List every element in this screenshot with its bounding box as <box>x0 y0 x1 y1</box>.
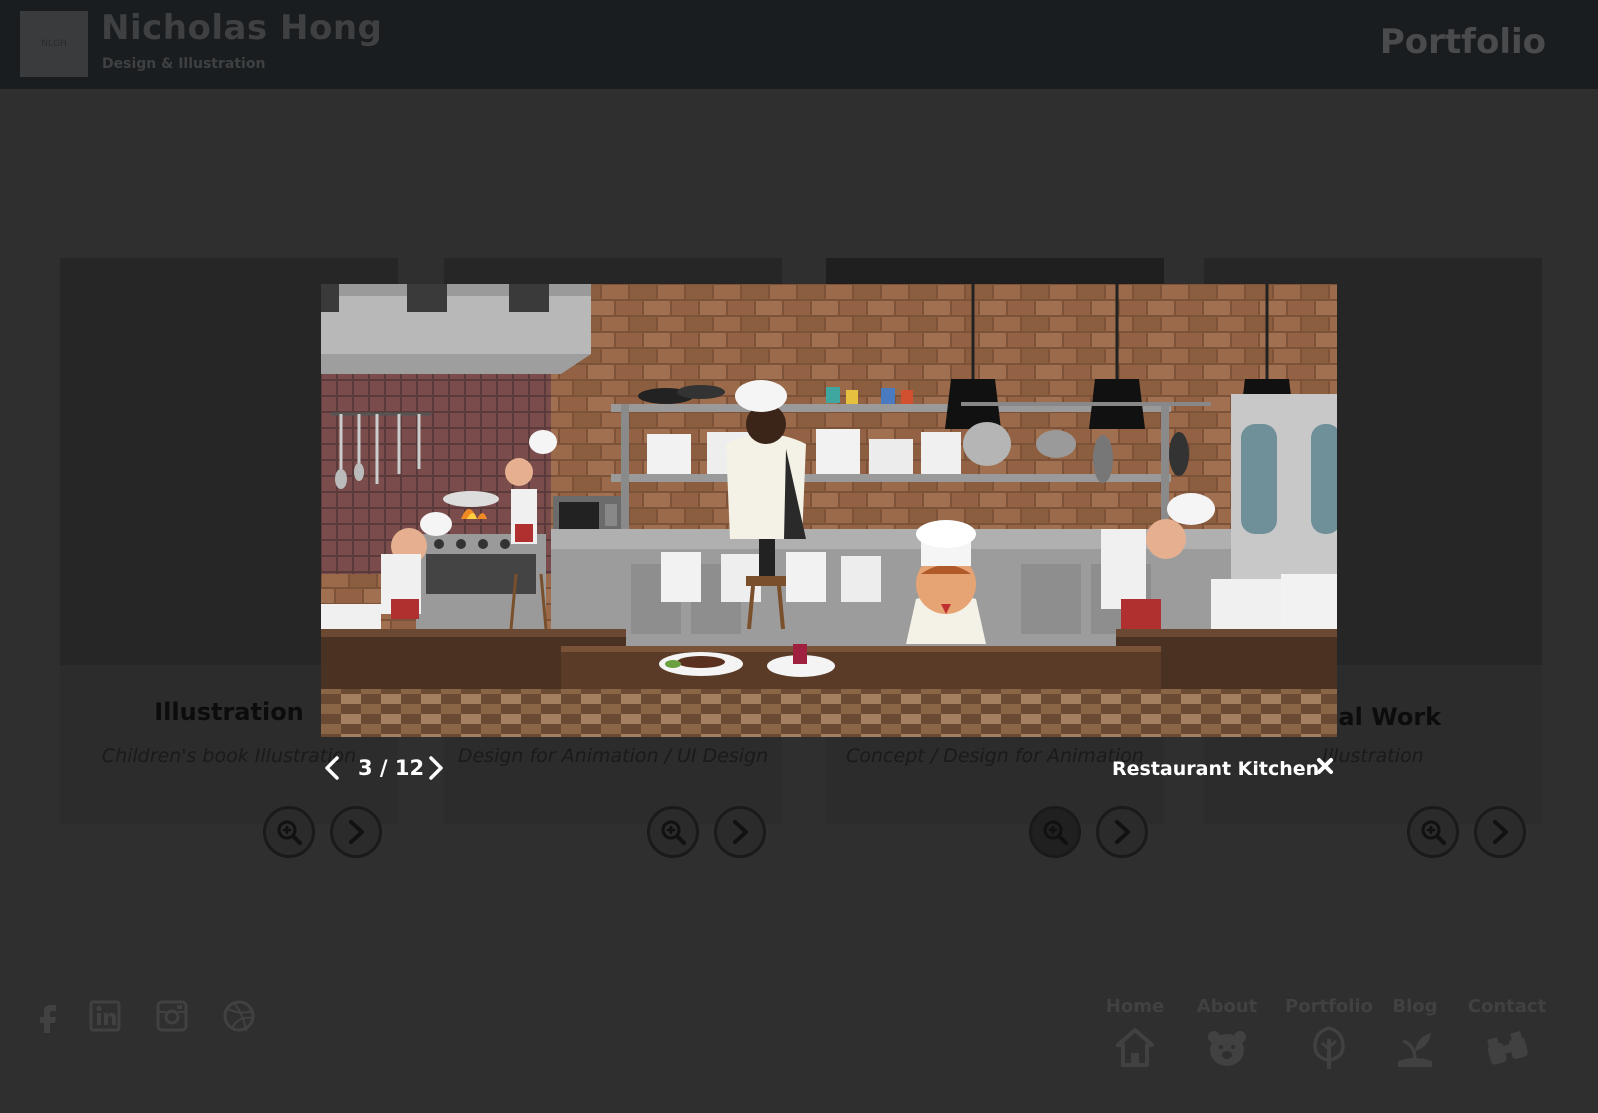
facebook-icon <box>40 1005 56 1033</box>
instagram-link[interactable] <box>154 998 190 1034</box>
facebook-link[interactable] <box>30 998 66 1034</box>
footer-nav-portfolio[interactable]: Portfolio <box>1284 996 1374 1071</box>
zoom-in-icon <box>661 820 686 845</box>
site-header: NLGH Nicholas Hong Design & Illustration… <box>0 0 1598 89</box>
zoom-button[interactable] <box>1407 806 1459 858</box>
zoom-in-icon <box>1043 820 1068 845</box>
site-name[interactable]: Nicholas Hong <box>101 8 382 48</box>
open-button[interactable] <box>1474 806 1526 858</box>
zoom-button[interactable] <box>263 806 315 858</box>
close-icon <box>1317 758 1333 774</box>
chevron-right-icon <box>733 820 748 844</box>
lightbox-caption: Restaurant Kitchen <box>1112 758 1320 780</box>
chevron-left-icon <box>325 756 339 780</box>
binoculars-icon <box>1487 1031 1528 1065</box>
lightbox-image[interactable] <box>321 284 1337 737</box>
chevron-right-icon <box>1493 820 1508 844</box>
site-tagline: Design & Illustration <box>102 56 266 72</box>
chevron-right-icon <box>429 756 443 780</box>
lightbox-next-button[interactable] <box>424 754 448 782</box>
dribbble-icon <box>223 1000 255 1032</box>
chevron-right-icon <box>1115 820 1130 844</box>
home-icon <box>1116 1028 1154 1067</box>
page-title: Portfolio <box>1379 22 1546 62</box>
logo[interactable]: NLGH <box>20 11 88 77</box>
restaurant-kitchen-illustration <box>321 284 1337 737</box>
sprout-icon <box>1398 1033 1432 1067</box>
open-button[interactable] <box>1096 806 1148 858</box>
chevron-right-icon <box>349 820 364 844</box>
dribbble-link[interactable] <box>221 998 257 1034</box>
card-subtitle: Design for Animation / UI Design <box>457 745 769 767</box>
footer-nav-label: About <box>1196 996 1258 1017</box>
footer-nav-home[interactable]: Home <box>1090 996 1180 1071</box>
zoom-button[interactable] <box>1029 806 1081 858</box>
instagram-icon <box>156 1000 188 1032</box>
zoom-in-icon <box>1421 820 1446 845</box>
footer-nav-label: Contact <box>1467 996 1547 1017</box>
card-subtitle: Children's book Illustration <box>101 745 357 767</box>
lightbox-close-button[interactable] <box>1314 755 1336 777</box>
footer-nav-label: Portfolio <box>1285 996 1373 1017</box>
linkedin-icon <box>89 1000 121 1032</box>
open-button[interactable] <box>330 806 382 858</box>
zoom-in-icon <box>277 820 302 845</box>
tree-icon <box>1313 1026 1345 1069</box>
footer-nav-about[interactable]: About <box>1182 996 1272 1071</box>
footer-nav-blog[interactable]: Blog <box>1370 996 1460 1071</box>
footer-nav-contact[interactable]: Contact <box>1462 996 1552 1071</box>
footer-nav-label: Home <box>1105 996 1165 1017</box>
linkedin-link[interactable] <box>87 998 123 1034</box>
bear-icon <box>1208 1031 1246 1066</box>
zoom-button[interactable] <box>647 806 699 858</box>
lightbox-prev-button[interactable] <box>320 754 344 782</box>
lightbox-counter: 3 / 12 <box>358 756 425 780</box>
open-button[interactable] <box>714 806 766 858</box>
footer-nav-label: Blog <box>1392 996 1438 1017</box>
